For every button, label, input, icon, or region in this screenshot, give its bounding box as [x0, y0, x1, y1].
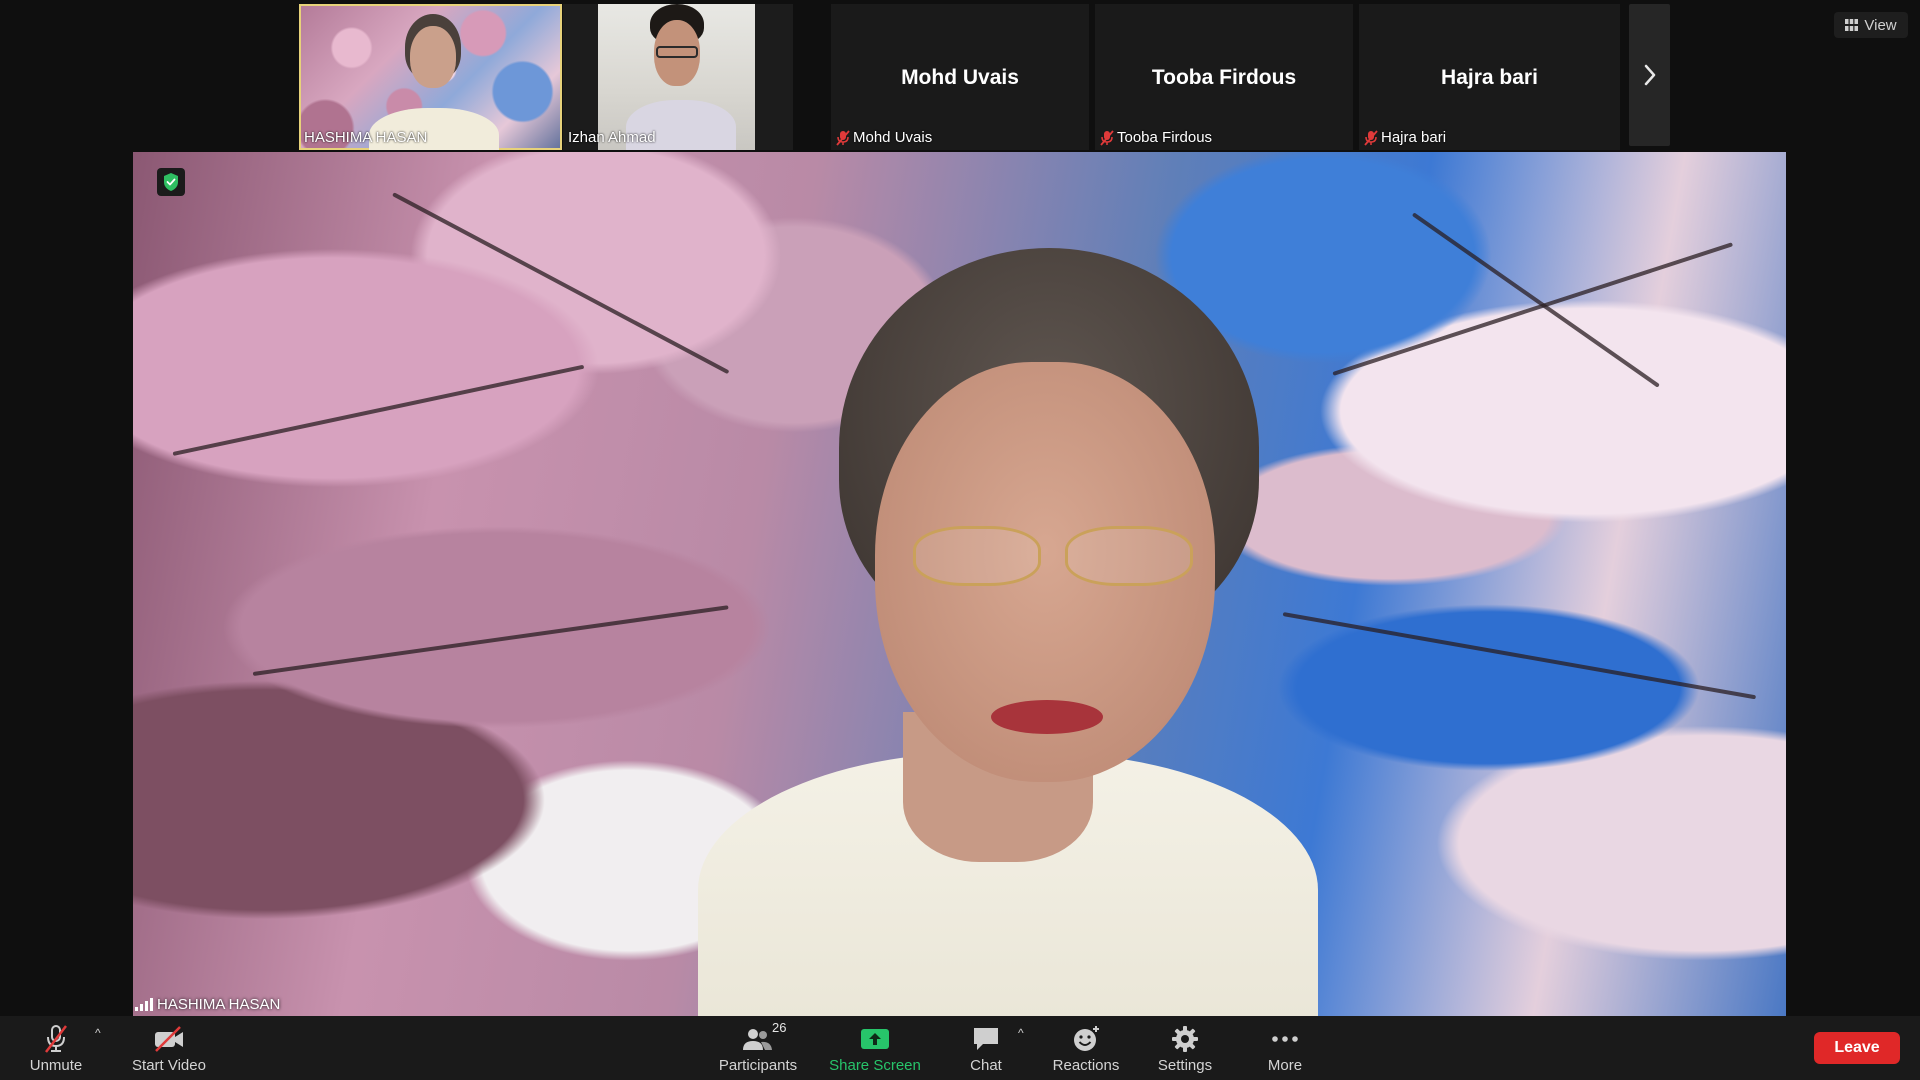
leave-button[interactable]: Leave — [1814, 1032, 1900, 1064]
participant-name: Tooba Firdous — [1117, 129, 1213, 146]
participant-name: HASHIMA HASAN — [304, 129, 428, 146]
unmute-label: Unmute — [29, 1057, 83, 1074]
chat-icon — [974, 1028, 998, 1050]
unmute-button[interactable]: Unmute — [16, 1016, 96, 1080]
share-screen-icon — [861, 1029, 889, 1049]
participants-icon — [743, 1029, 772, 1050]
mic-off-icon — [45, 1025, 67, 1053]
shield-check-icon — [164, 173, 178, 191]
chevron-right-icon — [1644, 64, 1655, 86]
participant-tile-tooba-firdous[interactable]: Tooba Firdous Tooba Firdous — [1095, 4, 1353, 150]
more-label: More — [1267, 1057, 1303, 1074]
participant-name-label: Mohd Uvais — [836, 129, 932, 146]
participant-tile-mohd-uvais[interactable]: Mohd Uvais Mohd Uvais — [831, 4, 1089, 150]
participant-display-name: Tooba Firdous — [1151, 66, 1297, 89]
video-off-icon — [155, 1026, 183, 1052]
participant-name: Izhan Ahmad — [568, 129, 656, 146]
view-button[interactable]: View — [1834, 12, 1908, 38]
participant-name: Mohd Uvais — [853, 129, 933, 146]
filmstrip-next-button[interactable] — [1629, 4, 1670, 146]
active-speaker-video[interactable]: HASHIMA HASAN — [133, 152, 1786, 1016]
meeting-toolbar: Unmute ^ Start Video 26 Participants Sha… — [0, 1016, 1920, 1080]
participant-tile-hajra-bari[interactable]: Hajra bari Hajra bari — [1359, 4, 1620, 150]
chat-button[interactable]: Chat — [956, 1016, 1016, 1080]
more-dots-icon — [1272, 1036, 1298, 1042]
signal-strength-icon — [135, 997, 153, 1011]
participant-display-name: Mohd Uvais — [901, 66, 1019, 89]
participant-name: Hajra bari — [1381, 129, 1447, 146]
speaker-name-label: HASHIMA HASAN — [133, 992, 286, 1016]
participants-label: Participants — [718, 1057, 798, 1074]
audio-options-caret[interactable]: ^ — [95, 1026, 101, 1040]
share-screen-button[interactable]: Share Screen — [824, 1016, 926, 1080]
grid-icon — [1845, 19, 1859, 31]
share-screen-label: Share Screen — [829, 1057, 921, 1074]
start-video-label: Start Video — [132, 1057, 206, 1074]
participant-name-label: Tooba Firdous — [1100, 129, 1212, 146]
participant-name-label: Hajra bari — [1364, 129, 1446, 146]
chat-label: Chat — [970, 1057, 1002, 1074]
reactions-button[interactable]: Reactions — [1046, 1016, 1126, 1080]
security-status[interactable] — [157, 168, 185, 196]
start-video-button[interactable]: Start Video — [124, 1016, 214, 1080]
participant-display-name: Hajra bari — [1441, 66, 1538, 89]
speaker-person — [133, 152, 1786, 1016]
participants-button[interactable]: 26 Participants — [708, 1016, 808, 1080]
participant-name-label: Izhan Ahmad — [568, 129, 656, 146]
participant-name-label: HASHIMA HASAN — [304, 129, 427, 146]
chat-options-caret[interactable]: ^ — [1018, 1026, 1024, 1040]
more-button[interactable]: More — [1246, 1016, 1324, 1080]
participant-tile-hashima-hasan[interactable]: HASHIMA HASAN — [299, 4, 562, 150]
gear-icon — [1172, 1026, 1198, 1052]
settings-label: Settings — [1157, 1057, 1213, 1074]
participant-count: 26 — [772, 1020, 787, 1035]
speaker-name: HASHIMA HASAN — [157, 995, 281, 1013]
participant-tile-izhan-ahmad[interactable]: Izhan Ahmad — [563, 4, 793, 150]
mic-muted-icon — [836, 129, 850, 146]
reactions-label: Reactions — [1052, 1057, 1120, 1074]
smiley-icon — [1074, 1026, 1099, 1051]
mic-muted-icon — [1100, 129, 1114, 146]
view-button-label: View — [1864, 16, 1897, 34]
settings-button[interactable]: Settings — [1146, 1016, 1224, 1080]
mic-muted-icon — [1364, 129, 1378, 146]
